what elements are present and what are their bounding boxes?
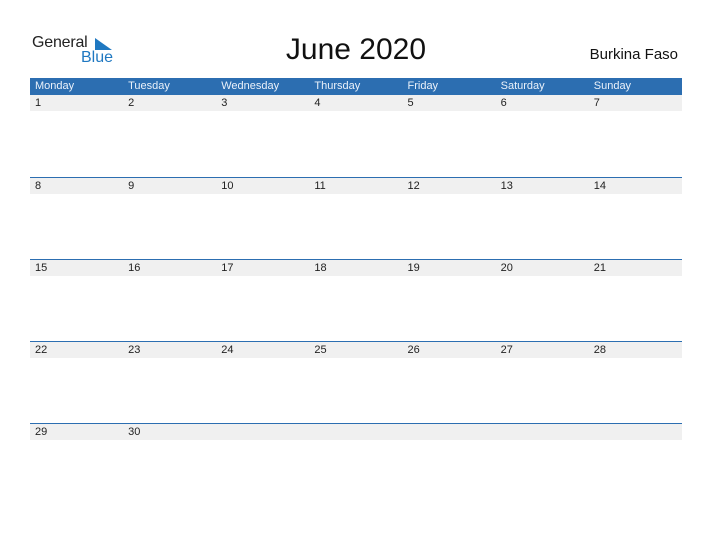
day-cell: 26: [407, 344, 420, 356]
date-number-row: 22 23 24 25 26 27 28: [30, 342, 682, 358]
day-cell: 4: [314, 97, 321, 109]
day-cell: 7: [593, 97, 600, 109]
day-cell: 22: [35, 344, 48, 356]
day-cell: 5: [407, 97, 414, 109]
day-cell: [589, 424, 682, 440]
day-cell: 17: [221, 262, 234, 274]
day-cell: 10: [221, 180, 234, 192]
weekday-friday: Friday: [407, 80, 439, 92]
day-cell: 3: [221, 97, 228, 109]
date-number-row: 15 16 17 18 19 20 21: [30, 260, 682, 276]
day-cell: 14: [593, 180, 606, 192]
week-row: 22 23 24 25 26 27 28: [30, 341, 682, 423]
day-cell: 12: [407, 180, 420, 192]
weekday-wednesday: Wednesday: [221, 80, 280, 92]
day-cell: 1: [35, 97, 42, 109]
weekday-monday: Monday: [35, 80, 75, 92]
day-cell: [496, 424, 589, 440]
day-cell: 15: [35, 262, 48, 274]
week-row: 1 2 3 4 5 6 7: [30, 95, 682, 177]
day-cell: 18: [314, 262, 327, 274]
weekday-sunday: Sunday: [593, 80, 632, 92]
day-cell: 20: [500, 262, 513, 274]
day-cell: 23: [128, 344, 141, 356]
day-cell: 11: [314, 180, 326, 192]
day-cell: 19: [407, 262, 420, 274]
date-number-row: 1 2 3 4 5 6 7: [30, 95, 682, 111]
calendar-grid: Monday Tuesday Wednesday Thursday Friday…: [30, 78, 682, 505]
country-label: Burkina Faso: [589, 46, 678, 63]
day-cell: 30: [128, 426, 141, 438]
day-cell: 27: [500, 344, 513, 356]
date-number-row: 8 9 10 11 12 13 14: [30, 178, 682, 194]
day-cell: 8: [35, 180, 42, 192]
day-cell: 9: [128, 180, 135, 192]
day-cell: [309, 424, 402, 440]
day-cell: 25: [314, 344, 327, 356]
day-cell: [216, 424, 309, 440]
day-cell: 16: [128, 262, 141, 274]
week-row: 8 9 10 11 12 13 14: [30, 177, 682, 259]
weekday-tuesday: Tuesday: [128, 80, 170, 92]
day-cell: 2: [128, 97, 135, 109]
day-cell: 28: [593, 344, 606, 356]
week-row: 29 30: [30, 423, 682, 505]
week-row: 15 16 17 18 19 20 21: [30, 259, 682, 341]
day-cell: 21: [593, 262, 606, 274]
day-cell: 6: [500, 97, 507, 109]
weekday-thursday: Thursday: [314, 80, 361, 92]
day-cell: 29: [35, 426, 48, 438]
date-number-row: 29 30: [30, 424, 682, 440]
weekday-header: Monday Tuesday Wednesday Thursday Friday…: [30, 78, 682, 95]
day-cell: 24: [221, 344, 234, 356]
day-cell: 13: [500, 180, 513, 192]
weekday-saturday: Saturday: [500, 80, 545, 92]
day-cell: [403, 424, 496, 440]
